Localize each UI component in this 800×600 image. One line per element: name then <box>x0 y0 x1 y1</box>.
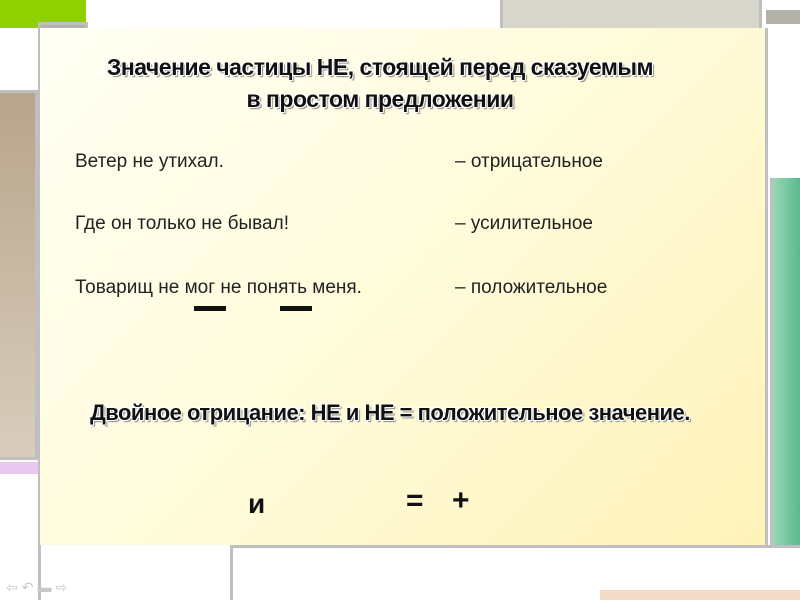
meaning-2: – усилительное <box>455 213 593 234</box>
bg-left-pink-strip <box>0 462 38 474</box>
negation-mark-2 <box>280 306 312 311</box>
bg-bottom-frame-line <box>230 545 800 548</box>
bg-bottom-frame-line-2 <box>230 545 233 600</box>
nav-bar: ⇦ ↶ ▬ ⇨ <box>6 578 106 596</box>
slide-title-line-2: в простом предложении <box>246 86 514 112</box>
bg-right-teal-block <box>770 178 800 548</box>
formula-equals: = <box>406 484 424 517</box>
formula-plus: + <box>452 484 470 517</box>
double-negation-rule: Двойное отрицание: НЕ и НЕ = положительн… <box>90 400 690 425</box>
bg-left-brown-block <box>0 90 38 460</box>
negation-mark-1 <box>194 306 226 311</box>
meaning-1: – отрицательное <box>455 151 603 172</box>
sentence-3: Товарищ не мог не понять меня. <box>75 277 362 298</box>
bg-bottom-peach-strip <box>600 590 800 600</box>
return-icon[interactable]: ↶ <box>22 579 34 596</box>
slide-title-line-1: Значение частицы НЕ, стоящей перед сказу… <box>106 54 654 80</box>
home-icon[interactable]: ▬ <box>37 579 51 595</box>
meaning-3: – положительное <box>455 277 608 298</box>
formula-and: и <box>248 488 266 519</box>
bg-top-right-strip <box>766 10 800 24</box>
arrow-right-icon[interactable]: ⇨ <box>55 579 67 596</box>
arrow-left-icon[interactable]: ⇦ <box>6 579 18 596</box>
sentence-1: Ветер не утихал. <box>75 151 224 172</box>
sentence-2: Где он только не бывал! <box>75 213 289 234</box>
